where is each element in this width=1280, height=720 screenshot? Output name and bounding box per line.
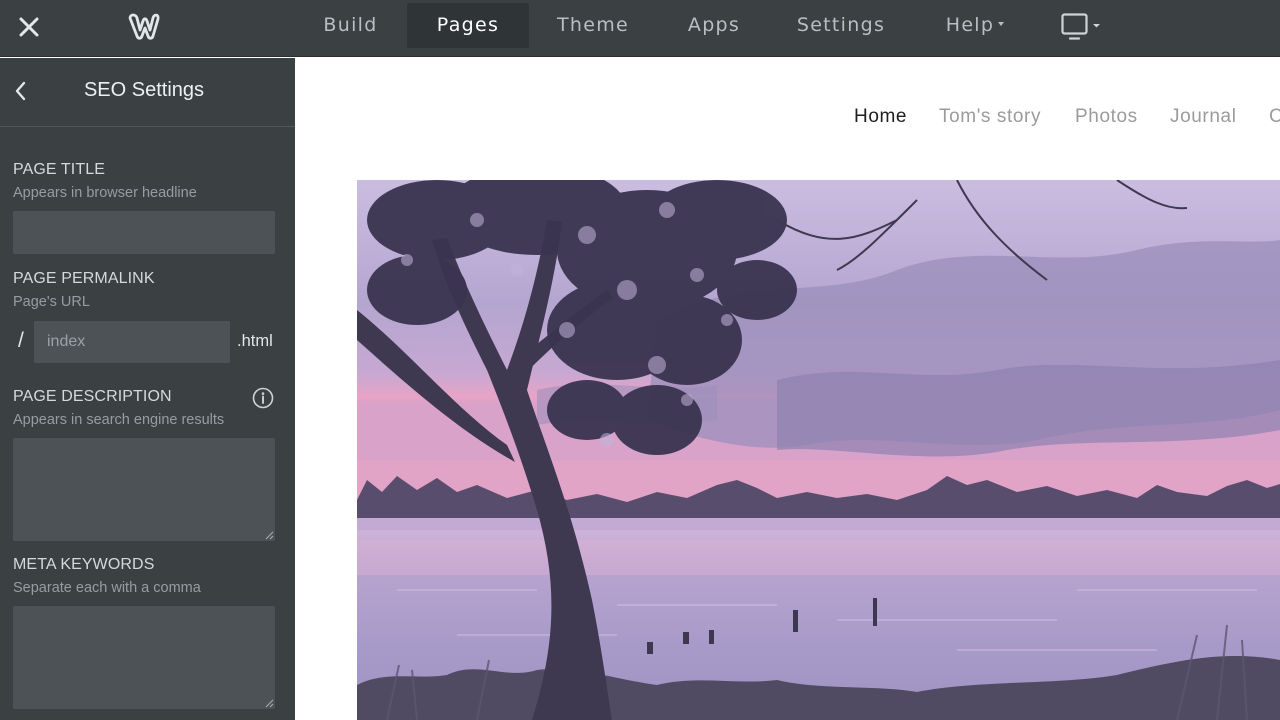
site-preview: Home Tom's story Photos Journal C <box>295 58 1280 720</box>
tab-settings-label: Settings <box>796 14 886 36</box>
site-nav-more[interactable]: C <box>1269 106 1280 128</box>
tab-help-label: Help <box>945 14 995 36</box>
weebly-logo-icon[interactable] <box>126 11 162 43</box>
tab-pages[interactable]: Pages <box>407 3 529 48</box>
tab-apps[interactable]: Apps <box>672 3 756 48</box>
meta-keywords-label: META KEYWORDS <box>13 556 155 573</box>
page-permalink-hint: Page's URL <box>13 294 90 310</box>
page-title-label: PAGE TITLE <box>13 161 105 178</box>
tab-theme[interactable]: Theme <box>541 3 645 48</box>
close-icon[interactable] <box>13 11 45 43</box>
page-permalink-label: PAGE PERMALINK <box>13 270 155 287</box>
page-title-input[interactable] <box>13 211 275 254</box>
tab-build-label: Build <box>323 14 378 36</box>
info-icon[interactable] <box>252 387 274 409</box>
tab-build[interactable]: Build <box>306 3 395 48</box>
page-title-hint: Appears in browser headline <box>13 185 197 201</box>
tab-theme-label: Theme <box>556 14 630 36</box>
meta-keywords-textarea[interactable] <box>13 606 275 709</box>
page-description-label: PAGE DESCRIPTION <box>13 388 172 405</box>
desktop-monitor-icon[interactable] <box>1060 11 1104 43</box>
meta-keywords-hint: Separate each with a comma <box>13 580 201 596</box>
permalink-prefix: / <box>18 329 24 352</box>
panel-header: SEO Settings <box>0 58 295 127</box>
seo-settings-panel: SEO Settings PAGE TITLE Appears in brows… <box>0 58 295 720</box>
site-nav-home[interactable]: Home <box>854 106 907 128</box>
page-permalink-input[interactable] <box>34 321 230 363</box>
tab-settings[interactable]: Settings <box>786 3 896 48</box>
chevron-down-icon <box>998 21 1005 26</box>
site-nav-photos[interactable]: Photos <box>1075 106 1138 128</box>
hero-lake-sunset-image <box>357 180 1280 720</box>
permalink-suffix: .html <box>237 332 273 350</box>
tab-apps-label: Apps <box>687 14 741 36</box>
site-nav-journal[interactable]: Journal <box>1170 106 1237 128</box>
site-nav-toms-story[interactable]: Tom's story <box>939 106 1041 128</box>
tab-help[interactable]: Help <box>930 3 1020 48</box>
page-description-hint: Appears in search engine results <box>13 412 225 428</box>
tab-pages-label: Pages <box>436 14 500 36</box>
panel-title: SEO Settings <box>83 79 205 101</box>
page-description-textarea[interactable] <box>13 438 275 541</box>
editor-topbar: Build Pages Theme Apps Settings Help <box>0 0 1280 57</box>
